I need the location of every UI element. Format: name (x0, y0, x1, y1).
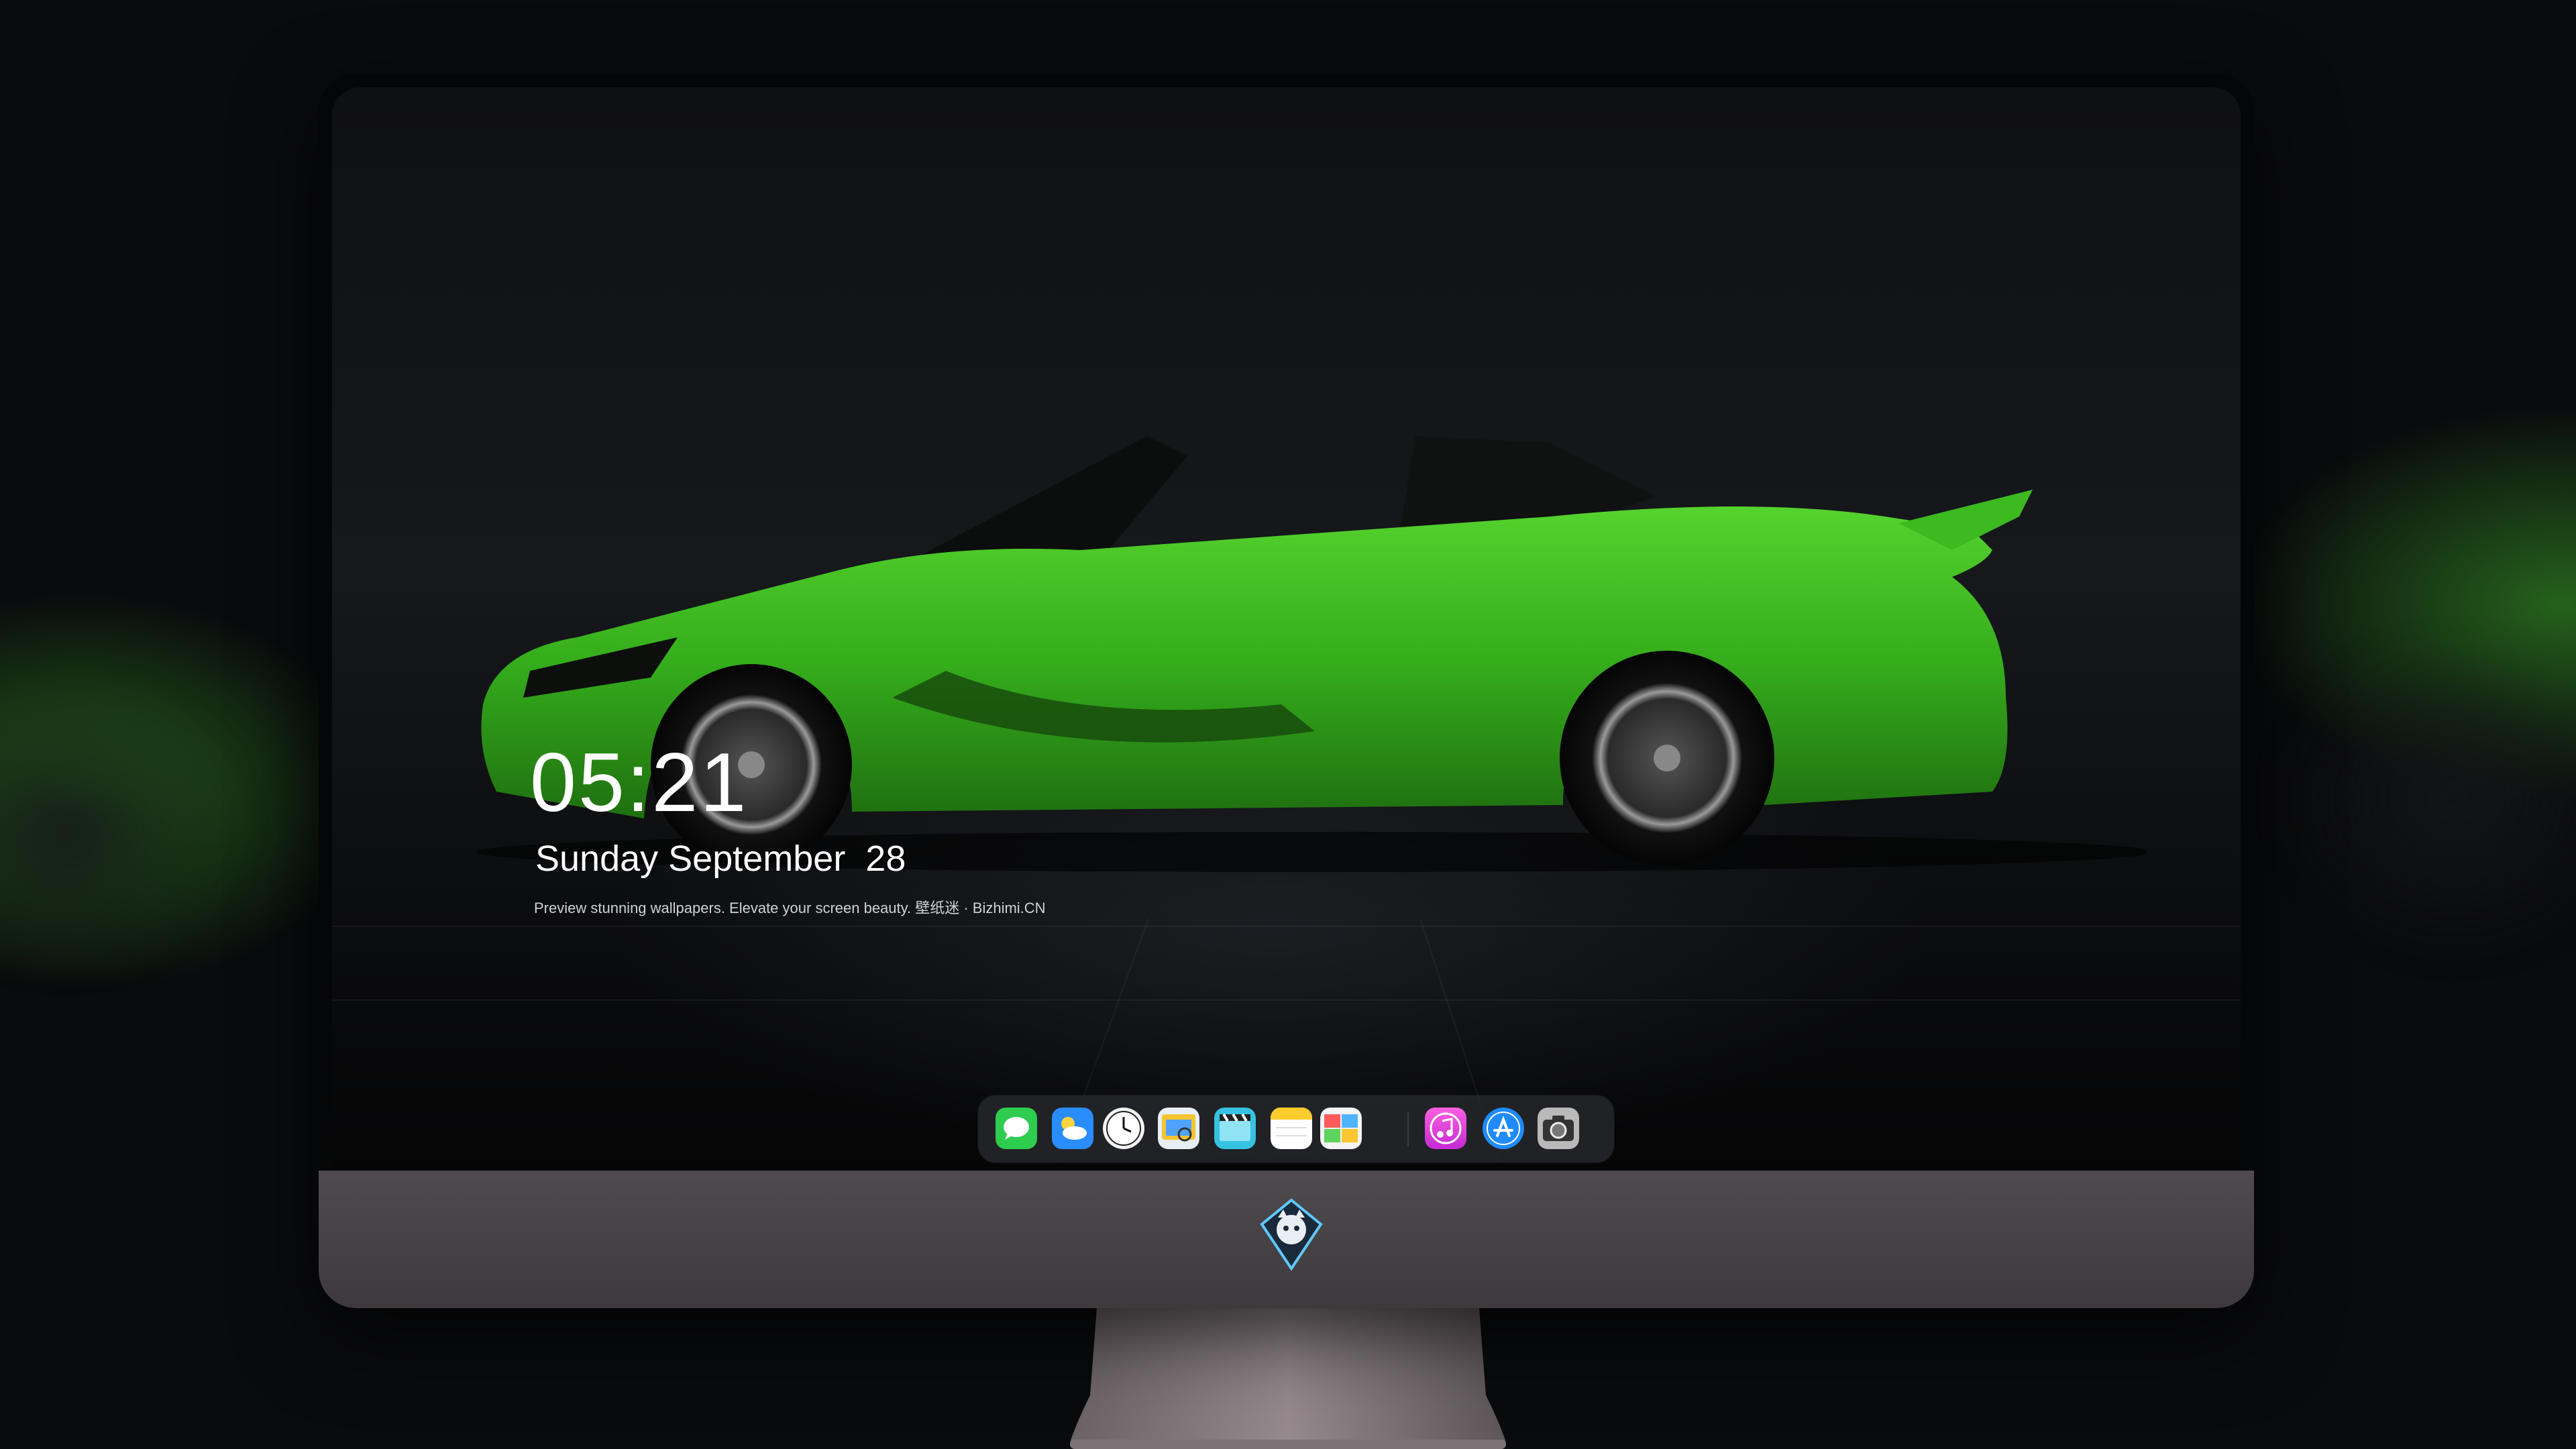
desktop-background: 05:21 Sunday September 28 Preview stunni… (0, 0, 2576, 1449)
blurred-wheel-right (2281, 644, 2576, 953)
photos-icon[interactable] (1320, 1108, 1362, 1149)
app-store-icon[interactable] (1483, 1108, 1524, 1149)
dock-separator (1407, 1112, 1409, 1146)
mascot-logo-icon (1260, 1198, 1323, 1271)
music-icon[interactable] (1425, 1108, 1466, 1149)
messages-icon[interactable] (996, 1108, 1037, 1149)
preview-icon[interactable] (1158, 1108, 1199, 1149)
monitor-chin (319, 1171, 2254, 1308)
clock-icon[interactable] (1103, 1108, 1144, 1149)
dock (978, 1095, 1614, 1163)
wallpaper-tagline: Preview stunning wallpapers. Elevate you… (534, 900, 1046, 916)
notes-icon[interactable] (1271, 1108, 1312, 1149)
monitor-stand (1070, 1308, 1506, 1449)
monitor: 05:21 Sunday September 28 Preview stunni… (319, 74, 2254, 1308)
lock-screen-time: 05:21 (530, 737, 749, 829)
weather-icon[interactable] (1052, 1108, 1093, 1149)
blurred-wheel-left (0, 684, 241, 966)
lock-screen: 05:21 Sunday September 28 Preview stunni… (332, 87, 2241, 1171)
video-editor-icon[interactable] (1214, 1108, 1256, 1149)
camera-icon[interactable] (1538, 1108, 1579, 1149)
lock-screen-date: Sunday September 28 (535, 839, 906, 879)
